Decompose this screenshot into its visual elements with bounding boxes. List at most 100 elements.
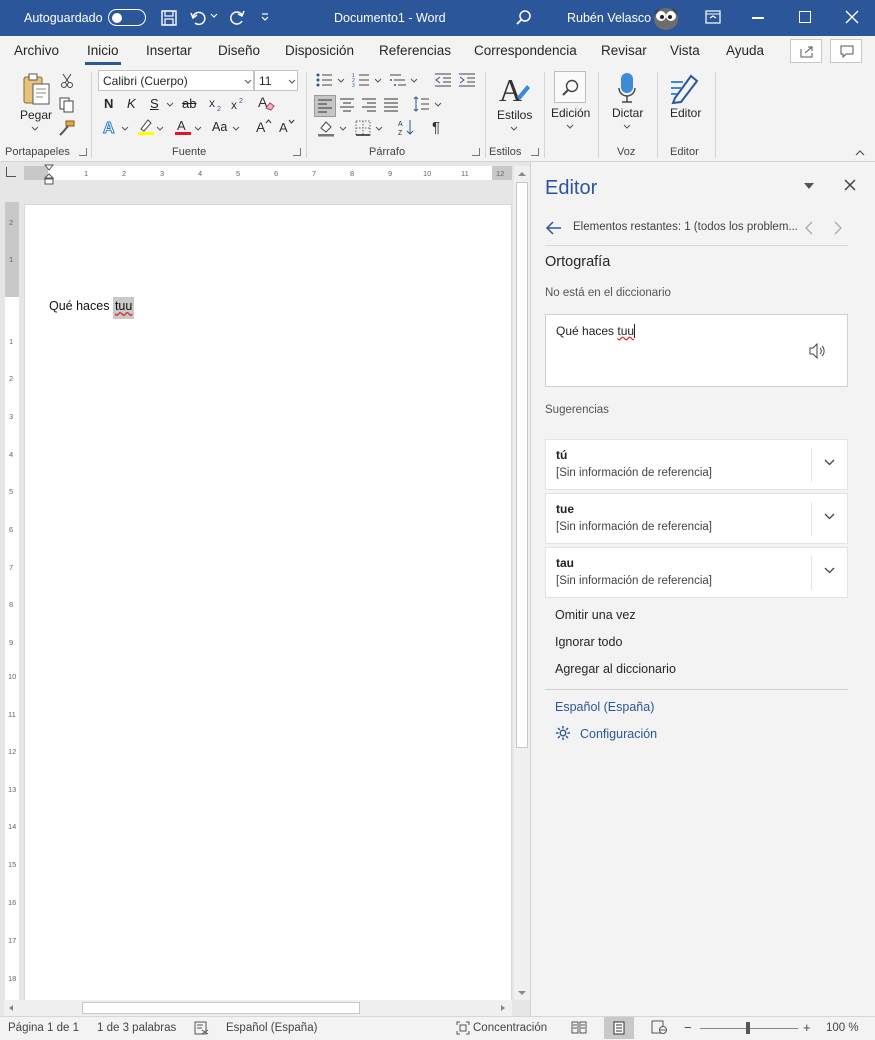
undo-icon[interactable] — [189, 9, 207, 27]
scroll-right-icon[interactable] — [500, 1004, 506, 1012]
dictate-dropdown-icon[interactable] — [623, 124, 631, 130]
font-color-dropdown-icon[interactable] — [194, 126, 202, 132]
editor-button-label[interactable]: Editor — [670, 106, 701, 120]
format-painter-icon[interactable] — [59, 120, 75, 136]
autosave-toggle[interactable] — [108, 9, 146, 26]
close-pane-icon[interactable] — [844, 179, 856, 191]
sort-icon[interactable]: AZ — [398, 118, 416, 136]
dictate-label[interactable]: Dictar — [612, 106, 643, 120]
chevron-down-icon[interactable] — [824, 567, 835, 574]
focus-mode-icon[interactable] — [456, 1021, 470, 1035]
bold-button[interactable]: N — [104, 96, 113, 111]
paragraph-launcher-icon[interactable] — [472, 148, 480, 156]
font-name-select[interactable]: Calibri (Cuerpo) — [98, 70, 254, 91]
read-aloud-icon[interactable] — [809, 343, 827, 359]
line-spacing-icon[interactable] — [412, 96, 430, 112]
align-left-button[interactable] — [314, 95, 336, 117]
suggestion-item[interactable]: tú [Sin información de referencia] — [545, 439, 848, 490]
redo-icon[interactable] — [228, 9, 246, 27]
font-color-icon[interactable]: A — [174, 118, 192, 136]
multilevel-dropdown-icon[interactable] — [410, 78, 418, 84]
ribbon-display-options-icon[interactable] — [705, 10, 721, 24]
page-count[interactable]: Página 1 de 1 — [8, 1022, 79, 1034]
focus-mode-label[interactable]: Concentración — [473, 1022, 547, 1034]
grow-font-icon[interactable]: A — [256, 118, 272, 134]
highlight-icon[interactable] — [137, 118, 155, 136]
editor-icon[interactable] — [669, 72, 701, 104]
scroll-up-icon[interactable] — [517, 171, 527, 177]
zoom-out-button[interactable]: − — [684, 1020, 692, 1035]
change-case-button[interactable]: Aa — [212, 120, 227, 134]
scroll-thumb[interactable] — [516, 182, 528, 748]
text-effects-dropdown-icon[interactable] — [121, 126, 129, 132]
search-icon[interactable] — [515, 9, 533, 27]
find-icon[interactable] — [554, 71, 586, 103]
tab-revisar[interactable]: Revisar — [601, 43, 647, 58]
numbering-dropdown-icon[interactable] — [374, 78, 382, 84]
minimize-icon[interactable] — [752, 17, 764, 19]
print-layout-button[interactable] — [604, 1017, 634, 1039]
undo-dropdown-icon[interactable] — [210, 12, 218, 20]
vertical-ruler[interactable]: 2 1 1 2 3 4 5 6 7 8 9 10 11 12 13 14 15 … — [5, 202, 19, 1002]
clear-formatting-icon[interactable]: A — [257, 94, 275, 112]
underline-button[interactable]: S — [150, 96, 159, 111]
justify-icon[interactable] — [383, 98, 399, 112]
user-name[interactable]: Rubén Velasco — [567, 11, 651, 25]
microphone-icon[interactable] — [617, 72, 637, 104]
close-icon[interactable] — [845, 10, 859, 24]
borders-dropdown-icon[interactable] — [375, 126, 383, 132]
align-right-icon[interactable] — [361, 98, 377, 112]
styles-launcher-icon[interactable] — [531, 148, 539, 156]
save-icon[interactable] — [160, 9, 178, 27]
customize-toolbar-icon[interactable] — [260, 12, 270, 22]
maximize-icon[interactable] — [799, 11, 811, 23]
tab-referencias[interactable]: Referencias — [379, 43, 451, 58]
share-button[interactable] — [790, 39, 822, 63]
highlight-dropdown-icon[interactable] — [156, 126, 164, 132]
read-mode-icon[interactable] — [571, 1020, 587, 1034]
copy-icon[interactable] — [59, 97, 75, 113]
tab-insertar[interactable]: Insertar — [146, 43, 192, 58]
scroll-down-icon[interactable] — [517, 990, 527, 996]
decrease-indent-icon[interactable] — [434, 72, 452, 88]
tab-ayuda[interactable]: Ayuda — [726, 43, 764, 58]
suggestion-item[interactable]: tau [Sin información de referencia] — [545, 547, 848, 598]
word-count[interactable]: 1 de 3 palabras — [97, 1022, 176, 1034]
clipboard-launcher-icon[interactable] — [79, 148, 87, 156]
settings-link[interactable]: Configuración — [580, 727, 657, 741]
document-page[interactable]: Qué haces tuu — [24, 204, 512, 1002]
subscript-icon[interactable]: x2 — [208, 96, 224, 112]
paste-dropdown-icon[interactable] — [31, 126, 39, 132]
proofing-icon[interactable] — [194, 1021, 210, 1035]
misspelled-word[interactable]: tuu — [112, 297, 135, 319]
language-link[interactable]: Español (España) — [555, 700, 654, 714]
avatar[interactable] — [652, 5, 680, 31]
paste-icon[interactable] — [20, 72, 52, 108]
editing-label[interactable]: Edición — [551, 106, 590, 120]
zoom-slider-thumb[interactable] — [746, 1022, 750, 1034]
styles-dropdown-icon[interactable] — [510, 126, 518, 132]
scroll-left-icon[interactable] — [8, 1004, 14, 1012]
tab-diseno[interactable]: Diseño — [218, 43, 260, 58]
tab-inicio[interactable]: Inicio — [87, 43, 119, 58]
indent-marker-icon[interactable] — [44, 164, 54, 186]
web-layout-icon[interactable] — [651, 1020, 667, 1034]
zoom-level[interactable]: 100 % — [826, 1022, 859, 1034]
tab-selector-icon[interactable] — [6, 167, 16, 177]
ignore-all-button[interactable]: Ignorar todo — [555, 635, 622, 649]
language-status[interactable]: Español (España) — [226, 1022, 317, 1034]
previous-issue-icon[interactable] — [804, 221, 814, 235]
italic-button[interactable]: K — [127, 96, 136, 111]
vertical-scrollbar[interactable] — [514, 166, 530, 1000]
next-issue-icon[interactable] — [833, 221, 843, 235]
paste-label[interactable]: Pegar — [20, 108, 52, 122]
bullets-dropdown-icon[interactable] — [337, 78, 345, 84]
shading-icon[interactable] — [317, 119, 335, 137]
styles-label[interactable]: Estilos — [497, 108, 532, 122]
editing-dropdown-icon[interactable] — [566, 124, 574, 130]
bullets-icon[interactable] — [315, 72, 333, 88]
chevron-down-icon[interactable] — [824, 459, 835, 466]
horizontal-scroll-thumb[interactable] — [82, 1002, 360, 1014]
numbering-icon[interactable]: 123 — [352, 72, 370, 88]
increase-indent-icon[interactable] — [458, 72, 476, 88]
